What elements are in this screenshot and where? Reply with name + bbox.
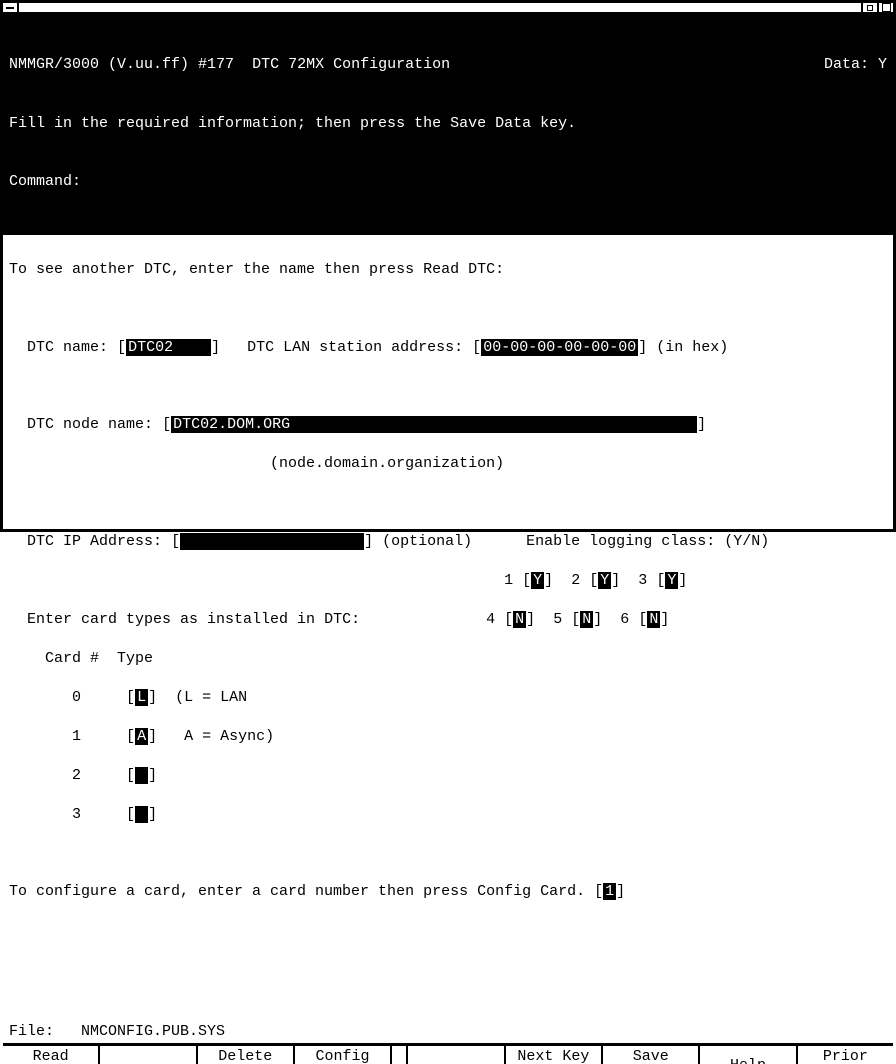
fkey-5[interactable] (408, 1046, 505, 1064)
window-titlebar (3, 3, 893, 14)
ip-hint: (optional) (382, 533, 472, 550)
system-menu-icon[interactable] (3, 3, 19, 12)
function-keys: ReadDTC DeleteDTC ConfigCard Next KeyLab… (3, 1043, 893, 1064)
cardtypes-label: Enter card types as installed in DTC: (27, 611, 360, 628)
content-area: To see another DTC, enter the name then … (3, 235, 893, 1020)
command-label: Command: (9, 172, 887, 192)
log-4-n: 4 (486, 611, 495, 628)
titlebar-spacer (19, 3, 861, 12)
card-2-num: 2 (72, 767, 81, 784)
log-6-input[interactable]: N (647, 611, 660, 628)
log-3-input[interactable]: Y (665, 572, 678, 589)
card-0-input[interactable]: L (135, 689, 148, 706)
file-label: File: (9, 1023, 54, 1040)
fkey-config-card[interactable]: ConfigCard (295, 1046, 392, 1064)
fkey-help[interactable]: Help (700, 1046, 797, 1064)
read-dtc-hint: To see another DTC, enter the name then … (9, 260, 887, 280)
screen-header: NMMGR/3000 (V.uu.ff) #177 DTC 72MX Confi… (3, 14, 893, 235)
log-4-input[interactable]: N (513, 611, 526, 628)
node-name-input[interactable]: DTC02.DOM.ORG (171, 416, 697, 433)
dtc-name-label: DTC name: (27, 339, 108, 356)
card-0-legend: (L = LAN (175, 689, 247, 706)
header-hint: Fill in the required information; then p… (9, 114, 887, 134)
log-6-n: 6 (620, 611, 629, 628)
log-5-n: 5 (553, 611, 562, 628)
log-1-input[interactable]: Y (531, 572, 544, 589)
lan-addr-hint: (in hex) (656, 339, 728, 356)
fkey-prior-screen[interactable]: PriorScreen (798, 1046, 893, 1064)
card-3-num: 3 (72, 806, 81, 823)
file-value: NMCONFIG.PUB.SYS (81, 1023, 225, 1040)
node-name-label: DTC node name: (27, 416, 153, 433)
card-header: Card # Type (45, 650, 153, 667)
data-label: Data: (824, 56, 869, 73)
fkey-2[interactable] (100, 1046, 197, 1064)
card-1-num: 1 (72, 728, 81, 745)
log-1-n: 1 (504, 572, 513, 589)
card-2-input[interactable] (135, 767, 148, 784)
minimize-icon[interactable] (861, 3, 877, 12)
lan-addr-label: DTC LAN station address: (247, 339, 463, 356)
lan-addr-input[interactable]: 00-00-00-00-00-00 (481, 339, 638, 356)
log-2-n: 2 (571, 572, 580, 589)
card-1-legend: A = Async) (175, 728, 274, 745)
ip-input[interactable] (180, 533, 364, 550)
program-id: NMMGR/3000 (V.uu.ff) #177 (9, 56, 234, 73)
node-name-hint: (node.domain.organization) (270, 455, 504, 472)
config-card-input[interactable]: 1 (603, 883, 616, 900)
log-5-input[interactable]: N (580, 611, 593, 628)
fkey-read-dtc[interactable]: ReadDTC (3, 1046, 100, 1064)
fkey-next-key-labels[interactable]: Next KeyLabels (506, 1046, 603, 1064)
card-0-num: 0 (72, 689, 81, 706)
log-2-input[interactable]: Y (598, 572, 611, 589)
file-line: File: NMCONFIG.PUB.SYS (3, 1020, 893, 1044)
logging-label: Enable logging class: (Y/N) (526, 533, 769, 550)
screen-title: DTC 72MX Configuration (252, 56, 450, 73)
maximize-icon[interactable] (877, 3, 893, 12)
data-value: Y (878, 56, 887, 73)
log-3-n: 3 (638, 572, 647, 589)
config-card-hint: To configure a card, enter a card number… (9, 883, 585, 900)
dtc-name-input[interactable]: DTC02 (126, 339, 211, 356)
fkey-save-data[interactable]: SaveData (603, 1046, 700, 1064)
fkey-delete-dtc[interactable]: DeleteDTC (198, 1046, 295, 1064)
app-window: NMMGR/3000 (V.uu.ff) #177 DTC 72MX Confi… (0, 0, 896, 532)
ip-label: DTC IP Address: (27, 533, 162, 550)
card-1-input[interactable]: A (135, 728, 148, 745)
fkey-gap (392, 1046, 408, 1064)
card-3-input[interactable] (135, 806, 148, 823)
